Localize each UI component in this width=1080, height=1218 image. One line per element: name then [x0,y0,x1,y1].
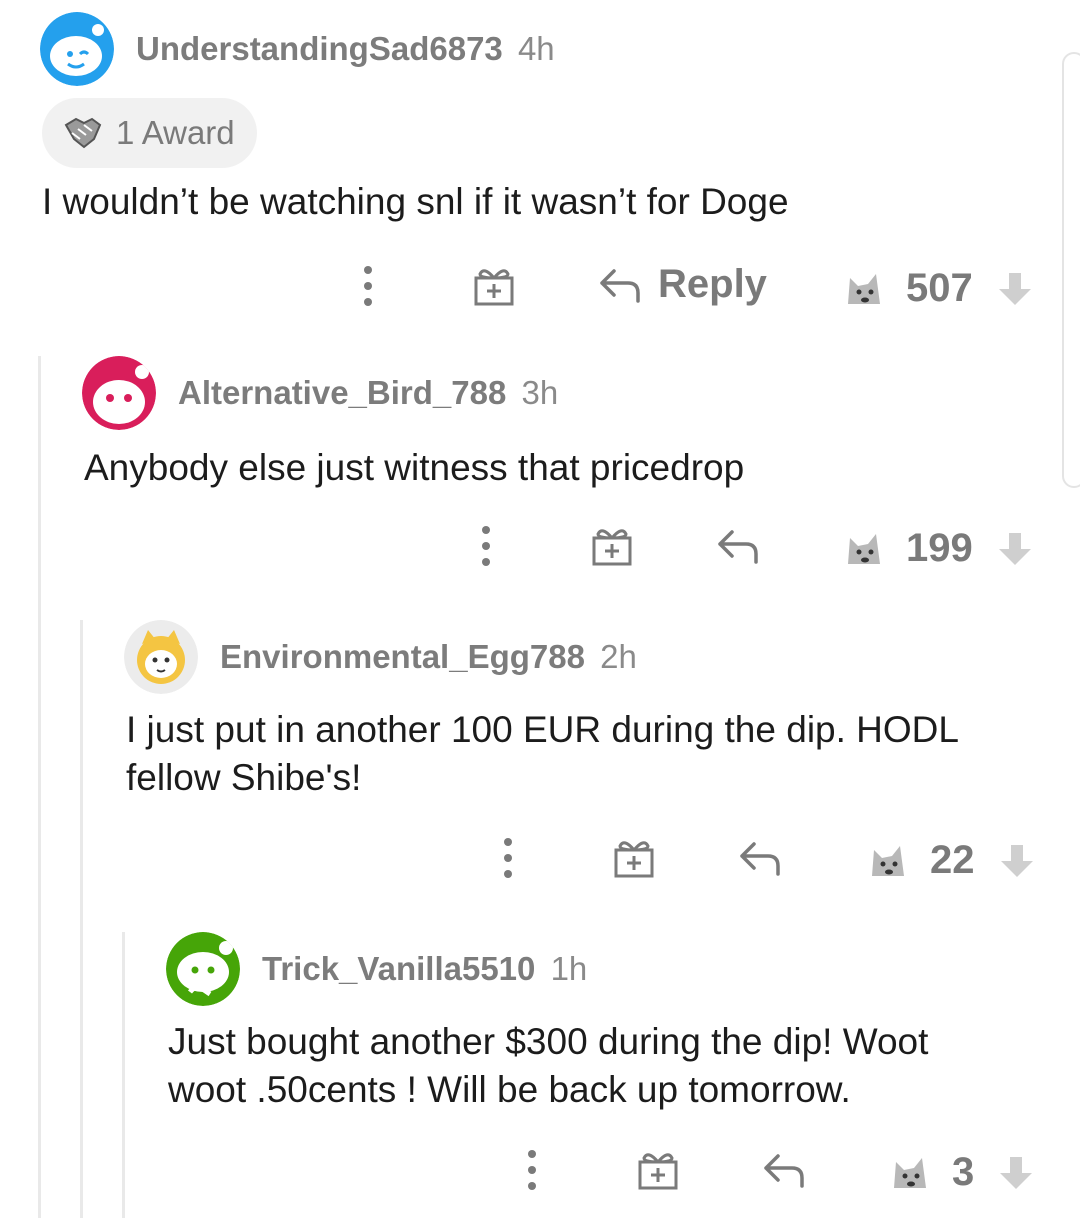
doge-upvote-icon[interactable] [890,1154,930,1192]
vote-controls: 199 [844,526,1035,571]
vote-score: 507 [906,266,973,310]
more-options-icon[interactable] [522,1148,542,1192]
comment-meta: Trick_Vanilla5510 1h [262,950,587,988]
thread-line-level-3[interactable] [122,932,125,1218]
vote-controls: 22 [868,838,1037,883]
downvote-arrow-icon[interactable] [996,1153,1036,1193]
comment-body-line: I just put in another 100 EUR during the… [126,709,959,750]
reply-label: Reply [658,262,767,306]
downvote-arrow-icon[interactable] [995,529,1035,569]
comment: UnderstandingSad6873 4h 1 Award I wouldn… [40,12,1080,312]
comment-body: I just put in another 100 EUR during the… [126,706,959,802]
give-award-icon[interactable] [472,264,516,308]
timestamp: 1h [550,950,588,987]
comment-header: Environmental_Egg788 2h [124,620,1080,694]
comment-body-line: fellow Shibe's! [126,757,362,798]
username[interactable]: UnderstandingSad6873 [136,30,503,67]
give-award-icon[interactable] [612,836,656,880]
give-award-icon[interactable] [636,1148,680,1192]
comment-meta: Alternative_Bird_788 3h [178,374,558,412]
award-count-label: 1 Award [116,114,235,151]
vote-controls: 3 [890,1150,1036,1195]
give-award-icon[interactable] [590,524,634,568]
doge-upvote-icon[interactable] [868,842,908,880]
comment-meta: UnderstandingSad6873 4h [136,30,555,68]
avatar[interactable] [166,932,240,1006]
vote-controls: 507 [844,266,1035,311]
doge-upvote-icon[interactable] [844,270,884,308]
comment-header: Trick_Vanilla5510 1h [166,932,1080,1006]
thread-line-level-1[interactable] [38,356,41,1218]
timestamp: 2h [600,638,637,675]
username[interactable]: Environmental_Egg788 [220,638,585,675]
reply-arrow-icon [600,268,640,303]
comment-body: I wouldn’t be watching snl if it wasn’t … [42,181,789,222]
vote-score: 3 [952,1150,975,1194]
downvote-arrow-icon[interactable] [995,269,1035,309]
avatar[interactable] [40,12,114,86]
comment: Environmental_Egg788 2h I just put in an… [124,620,1080,890]
vote-score: 199 [906,526,973,570]
comment-header: Alternative_Bird_788 3h [82,356,1080,430]
comment-body-line: woot .50cents ! Will be back up tomorrow… [168,1069,851,1110]
reply-arrow-icon[interactable] [716,526,760,566]
reply-button[interactable]: Reply [598,262,767,307]
comment-body: Just bought another $300 during the dip!… [168,1018,928,1114]
timestamp: 4h [517,30,555,67]
vote-score: 22 [930,838,975,882]
avatar[interactable] [82,356,156,430]
username[interactable]: Alternative_Bird_788 [178,374,506,411]
comment-body-line: Just bought another $300 during the dip!… [168,1021,929,1062]
more-options-icon[interactable] [498,836,518,880]
comment: Alternative_Bird_788 3h Anybody else jus… [82,356,1080,576]
username[interactable]: Trick_Vanilla5510 [262,950,535,987]
comment-header: UnderstandingSad6873 4h [40,12,1080,86]
award-badge[interactable]: 1 Award [42,98,257,168]
comment-body: Anybody else just witness that pricedrop [84,447,745,488]
timestamp: 3h [521,374,559,411]
thread-line-level-2[interactable] [80,620,83,1218]
comment-meta: Environmental_Egg788 2h [220,638,637,676]
reply-arrow-icon[interactable] [762,1150,806,1190]
comment: Trick_Vanilla5510 1h Just bought another… [166,932,1080,1212]
avatar[interactable] [124,620,198,694]
more-options-icon[interactable] [476,524,496,568]
doge-upvote-icon[interactable] [844,530,884,568]
more-options-icon[interactable] [358,264,378,308]
handshake-award-icon [64,117,102,149]
downvote-arrow-icon[interactable] [997,841,1037,881]
reply-arrow-icon[interactable] [738,838,782,878]
